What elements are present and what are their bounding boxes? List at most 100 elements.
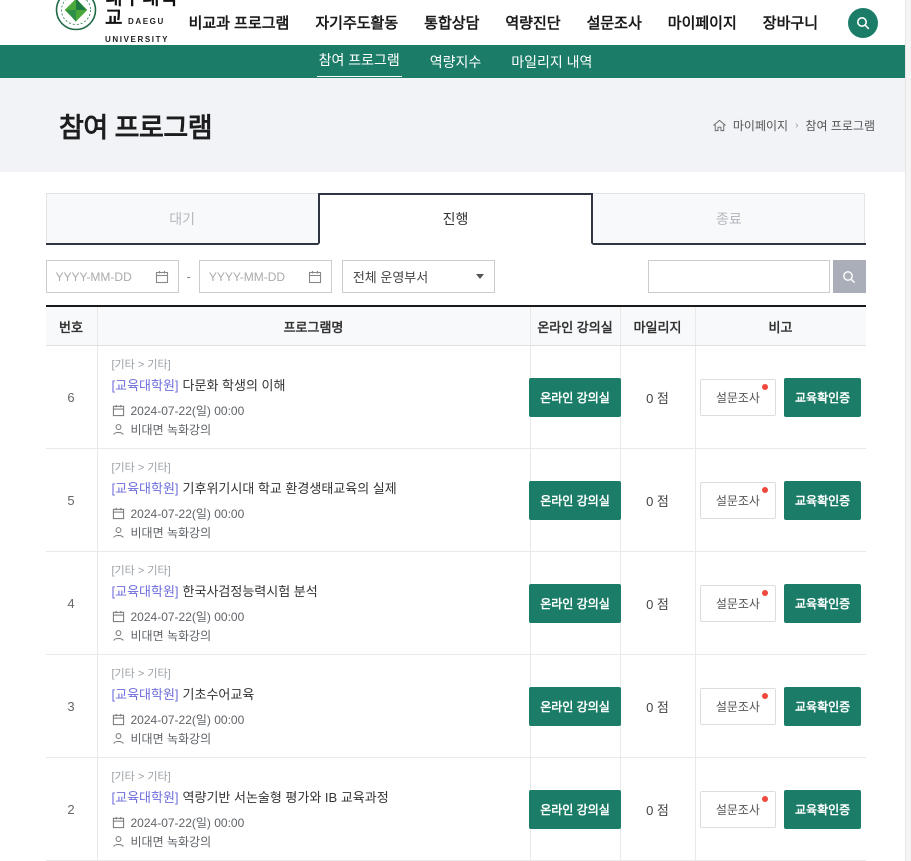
survey-button[interactable]: 설문조사: [700, 791, 776, 828]
program-method: 비대면 녹화강의: [112, 421, 212, 438]
row-number: 4: [46, 552, 98, 654]
tab-waiting[interactable]: 대기: [46, 193, 319, 243]
breadcrumb-current[interactable]: 참여 프로그램: [805, 117, 875, 134]
row-number: 5: [46, 449, 98, 551]
program-dept: [교육대학원]: [112, 790, 179, 805]
person-icon: [112, 835, 125, 848]
col-classroom: 온라인 강의실: [531, 307, 621, 345]
table-header-row: 번호 프로그램명 온라인 강의실 마일리지 비고: [46, 307, 866, 346]
education-cert-button[interactable]: 교육확인증: [784, 481, 861, 520]
program-info: [기타 > 기타] [교육대학원]역량기반 서논술형 평가와 IB 교육과정 2…: [98, 758, 531, 860]
program-date: 2024-07-22(일) 00:00: [112, 505, 245, 522]
survey-button[interactable]: 설문조사: [700, 688, 776, 725]
main-content: 대기 진행 종료 - 전체 운영부서: [46, 172, 866, 861]
status-tabs: 대기 진행 종료: [46, 193, 866, 245]
calendar-icon: [112, 404, 125, 417]
survey-button[interactable]: 설문조사: [700, 585, 776, 622]
online-classroom-button[interactable]: 온라인 강의실: [529, 687, 621, 726]
program-method: 비대면 녹화강의: [112, 730, 212, 747]
education-cert-button[interactable]: 교육확인증: [784, 790, 861, 829]
calendar-icon[interactable]: [155, 270, 169, 284]
program-dept: [교육대학원]: [112, 378, 179, 393]
mileage-value: 0 점: [621, 655, 696, 757]
online-classroom-button[interactable]: 온라인 강의실: [529, 584, 621, 623]
program-title-text: 역량기반 서논술형 평가와 IB 교육과정: [183, 790, 389, 805]
program-info: [기타 > 기타] [교육대학원]다문화 학생의 이해 2024-07-22(일…: [98, 346, 531, 448]
program-method: 비대면 녹화강의: [112, 627, 212, 644]
nav-extracurricular[interactable]: 비교과 프로그램: [189, 12, 290, 33]
nav-mypage[interactable]: 마이페이지: [668, 12, 737, 33]
nav-survey[interactable]: 설문조사: [587, 12, 642, 33]
program-title[interactable]: [교육대학원]기초수어교육: [112, 684, 255, 703]
survey-button[interactable]: 설문조사: [700, 379, 776, 416]
education-cert-button[interactable]: 교육확인증: [784, 378, 861, 417]
home-icon[interactable]: [713, 119, 726, 132]
table-row: 6 [기타 > 기타] [교육대학원]다문화 학생의 이해 2024-07-22…: [46, 346, 866, 449]
date-range-separator: -: [187, 269, 191, 284]
program-title[interactable]: [교육대학원] 역량기반 서논술형 평가와 IB 교육과정: [112, 787, 389, 806]
notification-dot: [762, 693, 768, 699]
online-classroom-button[interactable]: 온라인 강의실: [529, 378, 621, 417]
search-input[interactable]: [648, 260, 830, 293]
department-select[interactable]: 전체 운영부서: [342, 260, 495, 293]
table-row: 4 [기타 > 기타] [교육대학원]한국사검정능력시험 분석 2024-07-…: [46, 552, 866, 655]
online-classroom-button[interactable]: 온라인 강의실: [529, 790, 621, 829]
col-program: 프로그램명: [98, 307, 531, 345]
nav-counseling[interactable]: 통합상담: [424, 12, 479, 33]
university-logo[interactable]: 대구대학교 DAEGU UNIVERSITY: [55, 0, 189, 45]
scrollbar[interactable]: [905, 0, 911, 861]
subnav-mileage-history[interactable]: 마일리지 내역: [509, 48, 594, 76]
search-icon: [842, 270, 856, 284]
header-search-button[interactable]: [848, 8, 878, 38]
filter-bar: - 전체 운영부서: [46, 260, 866, 293]
table-row: 2 [기타 > 기타] [교육대학원]역량기반 서논술형 평가와 IB 교육과정…: [46, 758, 866, 861]
table-search-button[interactable]: [833, 260, 866, 293]
search-icon: [856, 16, 870, 30]
education-cert-button[interactable]: 교육확인증: [784, 687, 861, 726]
program-category: [기타 > 기타]: [112, 665, 171, 681]
breadcrumb-mypage[interactable]: 마이페이지: [733, 117, 788, 134]
program-date: 2024-07-22(일) 00:00: [112, 814, 245, 831]
global-nav: 비교과 프로그램 자기주도활동 통합상담 역량진단 설문조사 마이페이지 장바구…: [189, 8, 878, 38]
calendar-icon[interactable]: [308, 270, 322, 284]
program-title[interactable]: [교육대학원] 기후위기시대 학교 환경생태교육의 실제: [112, 478, 397, 497]
sub-nav: 참여 프로그램 역량지수 마일리지 내역: [0, 45, 911, 78]
online-classroom-button[interactable]: 온라인 강의실: [529, 481, 621, 520]
row-number: 2: [46, 758, 98, 860]
col-number: 번호: [46, 307, 98, 345]
program-title[interactable]: [교육대학원] 다문화 학생의 이해: [112, 375, 286, 394]
page-title-band: 참여 프로그램 마이페이지 › 참여 프로그램: [0, 78, 911, 172]
date-from-field[interactable]: [46, 260, 179, 293]
mileage-value: 0 점: [621, 346, 696, 448]
row-number: 3: [46, 655, 98, 757]
program-dept: [교육대학원]: [112, 584, 179, 599]
breadcrumb: 마이페이지 › 참여 프로그램: [713, 117, 875, 134]
department-select-value: 전체 운영부서: [353, 267, 428, 286]
education-cert-button[interactable]: 교육확인증: [784, 584, 861, 623]
subnav-competency-index[interactable]: 역량지수: [428, 48, 484, 76]
date-to-input[interactable]: [209, 270, 302, 284]
col-mileage: 마일리지: [621, 307, 696, 345]
subnav-participation-programs[interactable]: 참여 프로그램: [317, 46, 402, 77]
nav-cart[interactable]: 장바구니: [763, 12, 818, 33]
col-note: 비고: [696, 307, 866, 345]
program-title[interactable]: [교육대학원]한국사검정능력시험 분석: [112, 581, 318, 600]
date-from-input[interactable]: [56, 270, 149, 284]
program-info: [기타 > 기타] [교육대학원]기후위기시대 학교 환경생태교육의 실제 20…: [98, 449, 531, 551]
program-dept: [교육대학원]: [112, 687, 179, 702]
row-number: 6: [46, 346, 98, 448]
tab-in-progress[interactable]: 진행: [318, 193, 593, 245]
person-icon: [112, 732, 125, 745]
date-to-field[interactable]: [199, 260, 332, 293]
nav-self-directed[interactable]: 자기주도활동: [315, 12, 398, 33]
mileage-value: 0 점: [621, 449, 696, 551]
program-title-text: 기후위기시대 학교 환경생태교육의 실제: [183, 481, 397, 496]
program-title-text: 다문화 학생의 이해: [183, 378, 286, 393]
survey-button[interactable]: 설문조사: [700, 482, 776, 519]
nav-competency[interactable]: 역량진단: [505, 12, 560, 33]
calendar-icon: [112, 816, 125, 829]
program-dept: [교육대학원]: [112, 481, 179, 496]
person-icon: [112, 526, 125, 539]
university-seal-icon: [55, 0, 97, 31]
tab-ended[interactable]: 종료: [592, 193, 865, 243]
